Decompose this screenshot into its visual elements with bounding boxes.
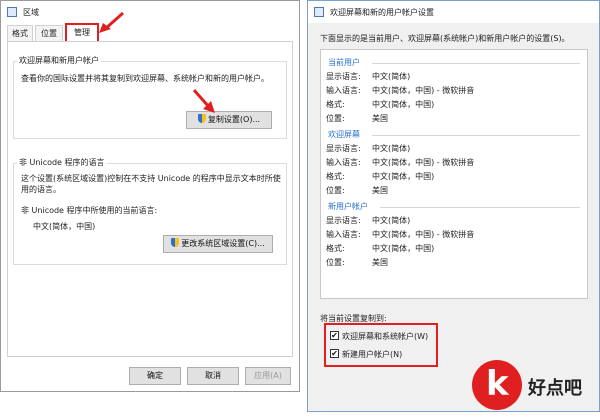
unicode-desc-line2: 用的语言。 — [21, 185, 61, 194]
uac-shield-icon — [197, 114, 206, 123]
welcome-group-desc: 查看你的国际设置并将其复制到欢迎屏幕、系统帐户和新的用户帐户。 — [21, 74, 269, 83]
welcome-settings-titlebar: 欢迎屏幕和新的用户帐户设置 — [308, 1, 599, 23]
ok-button[interactable]: 确定 — [129, 367, 181, 385]
region-window: 区域 格式 位置 管理 欢迎屏幕和新用户帐户 查看你的国际设置并将其复制到欢迎屏… — [0, 0, 300, 392]
highlight-checkboxes — [324, 323, 438, 367]
section-new-user-accounts: 新用户帐户 — [328, 202, 368, 211]
change-locale-label: 更改系统区域设置(C)... — [181, 239, 265, 248]
welcome-system-account-checkbox[interactable]: ✔ — [330, 331, 339, 340]
apply-button[interactable]: 应用(A) — [245, 367, 291, 385]
section-welcome-screen: 欢迎屏幕 — [328, 130, 360, 139]
region-titlebar: 区域 — [1, 1, 299, 23]
pointer-arrow-tab — [99, 11, 124, 33]
row-label: 位置: — [326, 186, 345, 195]
cancel-button[interactable]: 取消 — [187, 367, 239, 385]
section-divider — [372, 135, 580, 136]
row-value: 中文(简体) — [372, 72, 411, 81]
uac-shield-icon — [171, 238, 180, 247]
watermark-text: 好点吧 — [528, 378, 582, 399]
unicode-current-value: 中文(简体，中国) — [33, 222, 96, 231]
welcome-settings-window-icon — [314, 7, 324, 17]
row-label: 位置: — [326, 258, 345, 267]
tab-format[interactable]: 格式 — [7, 25, 33, 41]
row-label: 格式: — [326, 100, 345, 109]
unicode-desc-line1: 这个设置(系统区域设置)控制在不支持 Unicode 的程序中显示文本时所使 — [21, 174, 281, 183]
row-label: 格式: — [326, 172, 345, 181]
region-window-title: 区域 — [23, 8, 39, 17]
welcome-settings-window: 欢迎屏幕和新的用户帐户设置 下面显示的是当前用户、欢迎屏幕(系统帐户)和新用户帐… — [307, 0, 600, 412]
welcome-settings-title: 欢迎屏幕和新的用户帐户设置 — [330, 8, 434, 17]
row-value: 中文(简体，中国) - 微软拼音 — [372, 230, 475, 239]
row-value: 美国 — [372, 186, 388, 195]
row-value: 中文(简体，中国) - 微软拼音 — [372, 158, 475, 167]
watermark-logo-icon: k — [472, 360, 522, 410]
row-value: 中文(简体，中国) — [372, 100, 435, 109]
tab-admin[interactable]: 管理 — [65, 23, 99, 41]
section-current-user: 当前用户 — [328, 58, 360, 67]
row-value: 中文(简体，中国) — [372, 244, 435, 253]
settings-intro: 下面显示的是当前用户、欢迎屏幕(系统帐户)和新用户帐户的设置(S)。 — [320, 34, 570, 43]
watermark: k 好点吧 — [470, 358, 600, 414]
row-label: 显示语言: — [326, 144, 361, 153]
row-label: 位置: — [326, 114, 345, 123]
row-label: 输入语言: — [326, 158, 361, 167]
copy-settings-label: 复制设置(O)... — [207, 115, 261, 124]
change-system-locale-button[interactable]: 更改系统区域设置(C)... — [163, 235, 273, 253]
unicode-group-title: 非 Unicode 程序的语言 — [17, 157, 107, 168]
row-label: 输入语言: — [326, 86, 361, 95]
row-value: 中文(简体，中国) - 微软拼音 — [372, 86, 475, 95]
new-user-account-checkbox[interactable]: ✔ — [330, 349, 339, 358]
welcome-group-title: 欢迎屏幕和新用户帐户 — [17, 55, 101, 66]
pointer-arrow-copy — [192, 89, 215, 113]
new-user-account-label[interactable]: 新建用户帐户(N) — [342, 349, 402, 360]
section-divider — [380, 207, 580, 208]
tab-location[interactable]: 位置 — [35, 25, 63, 41]
row-label: 显示语言: — [326, 72, 361, 81]
section-divider — [372, 63, 580, 64]
row-value: 中文(简体) — [372, 144, 411, 153]
row-value: 美国 — [372, 114, 388, 123]
unicode-current-label: 非 Unicode 程序中所使用的当前语言: — [21, 206, 158, 215]
welcome-system-account-label[interactable]: 欢迎屏幕和系统帐户(W) — [342, 331, 428, 342]
region-window-icon — [7, 7, 17, 17]
row-label: 输入语言: — [326, 230, 361, 239]
row-value: 中文(简体) — [372, 216, 411, 225]
row-value: 美国 — [372, 258, 388, 267]
row-value: 中文(简体，中国) — [372, 172, 435, 181]
watermark-logo-letter: k — [486, 364, 509, 404]
row-label: 格式: — [326, 244, 345, 253]
row-label: 显示语言: — [326, 216, 361, 225]
